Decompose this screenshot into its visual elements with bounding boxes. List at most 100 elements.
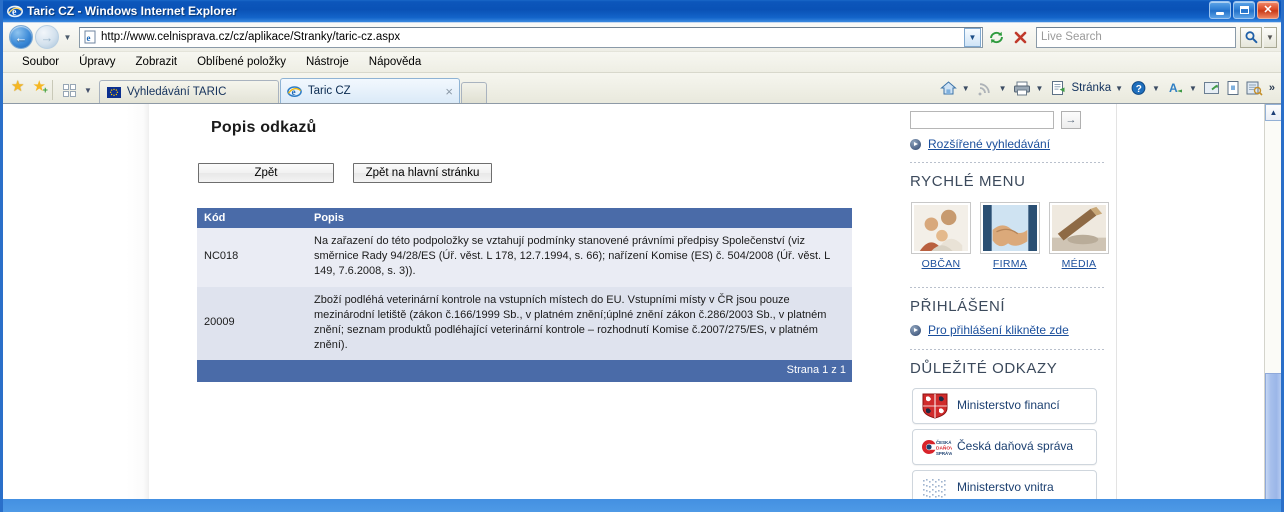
table-footer-row: Strana 1 z 1 xyxy=(197,360,852,383)
tab-list-chevron-down-icon[interactable]: ▼ xyxy=(81,80,95,100)
search-input[interactable] xyxy=(910,111,1054,129)
home-button[interactable]: ▼ xyxy=(938,78,975,98)
minimize-button[interactable] xyxy=(1209,1,1231,19)
maximize-button[interactable] xyxy=(1233,1,1255,19)
forward-button[interactable]: → xyxy=(35,25,59,49)
menu-item-oblibene-polozky[interactable]: Oblíbené položky xyxy=(188,54,295,70)
research-book-icon xyxy=(1244,78,1265,98)
search-chevron-down-icon[interactable]: ▼ xyxy=(1264,26,1277,48)
stop-icon[interactable] xyxy=(1009,26,1031,48)
browser-window: e Taric CZ - Windows Internet Explorer ✕… xyxy=(0,0,1284,512)
rss-feed-icon xyxy=(975,78,996,98)
address-chevron-down-icon[interactable]: ▼ xyxy=(964,27,981,47)
link-ceska-danova-sprava[interactable]: ČESKÁ DAŇOVÁ SPRÁVA Česká daňová správa xyxy=(912,429,1097,465)
link-ministerstvo-financi[interactable]: Ministerstvo financí xyxy=(912,388,1097,424)
cell-kod: 20009 xyxy=(197,286,307,361)
back-to-homepage-button[interactable]: Zpět na hlavní stránku xyxy=(353,163,492,183)
svg-text:e: e xyxy=(292,87,296,97)
print-chevron-down-icon[interactable]: ▼ xyxy=(1033,84,1049,93)
research-button[interactable] xyxy=(1244,78,1265,98)
login-link-row[interactable]: Pro přihlášení klikněte zde xyxy=(910,323,1117,337)
refresh-icon[interactable] xyxy=(985,26,1007,48)
page-chevron-down-icon[interactable]: ▼ xyxy=(1112,84,1128,93)
table-body: NC018 Na zařazení do této podpoložky se … xyxy=(197,228,852,383)
live-search-input[interactable]: Live Search xyxy=(1036,26,1236,48)
results-table-wrapper: Kód Popis NC018 Na zařazení do této podp… xyxy=(197,208,852,383)
svg-text:e: e xyxy=(86,33,90,43)
svg-text:SPRÁVA: SPRÁVA xyxy=(936,451,952,456)
ministerstvo-vnitra-logo-icon xyxy=(917,474,953,499)
help-button[interactable]: ? ▼ xyxy=(1128,78,1165,98)
add-favorite-star-icon[interactable]: ★ xyxy=(32,79,48,95)
link-ministerstvo-vnitra[interactable]: Ministerstvo vnitra xyxy=(912,470,1097,499)
print-button[interactable]: ▼ xyxy=(1012,78,1049,98)
ie-icon: e xyxy=(287,84,303,98)
svg-text:A: A xyxy=(1169,81,1178,95)
advanced-search-link[interactable]: Rozšířené vyhledávání xyxy=(928,137,1050,151)
search-icon[interactable] xyxy=(1240,26,1262,48)
table-header-row: Kód Popis xyxy=(197,208,852,228)
tools-button[interactable] xyxy=(1202,78,1223,98)
back-button[interactable]: ← xyxy=(9,25,33,49)
advanced-search-row[interactable]: Rozšířené vyhledávání xyxy=(910,137,1117,151)
search-submit-button[interactable]: → xyxy=(1061,111,1081,129)
scrollbar-thumb[interactable] xyxy=(1265,373,1281,499)
quick-menu-item-obcan[interactable]: OBČAN xyxy=(911,202,971,270)
quick-menu-item-media[interactable]: MÉDIA xyxy=(1049,202,1109,270)
home-chevron-down-icon[interactable]: ▼ xyxy=(959,84,975,93)
title-bar: e Taric CZ - Windows Internet Explorer ✕ xyxy=(3,0,1281,22)
read-mail-button[interactable] xyxy=(1223,78,1244,98)
menu-item-soubor[interactable]: Soubor xyxy=(13,54,68,70)
quick-menu-label: FIRMA xyxy=(992,258,1028,270)
page-menu-label: Stránka xyxy=(1071,82,1112,94)
sidebar-divider xyxy=(910,349,1106,350)
help-chevron-down-icon[interactable]: ▼ xyxy=(1149,84,1165,93)
quick-menu-item-firma[interactable]: FIRMA xyxy=(980,202,1040,270)
menu-label: Oblíbené položky xyxy=(197,56,286,68)
tab-close-icon[interactable]: × xyxy=(445,84,453,99)
pagination-status: Strana 1 z 1 xyxy=(197,360,852,383)
feeds-button[interactable]: ▼ xyxy=(975,78,1012,98)
page-title: Popis odkazů xyxy=(211,119,317,136)
tools-screen-icon xyxy=(1202,78,1223,98)
scrollbar-track[interactable] xyxy=(1265,121,1281,499)
new-tab-button[interactable] xyxy=(460,82,487,103)
document-icon xyxy=(1223,78,1244,98)
command-bar: ▼ ▼ ▼ Stránka ▼ ? ▼ A ▼ » xyxy=(938,74,1279,102)
bullet-arrow-icon xyxy=(910,324,921,336)
sidebar-search-row: → xyxy=(910,111,1117,129)
menu-item-nastroje[interactable]: Nástroje xyxy=(297,54,358,70)
safety-chevron-down-icon[interactable]: ▼ xyxy=(1186,84,1202,93)
tab-taric-cz[interactable]: e Taric CZ × xyxy=(279,78,460,103)
page-menu-button[interactable]: Stránka ▼ xyxy=(1048,78,1128,98)
address-bar[interactable]: e http://www.celnisprava.cz/cz/aplikace/… xyxy=(79,26,983,48)
recent-pages-chevron-down-icon[interactable]: ▼ xyxy=(61,27,74,47)
column-header-popis: Popis xyxy=(307,208,852,228)
vertical-scrollbar[interactable]: ▲ xyxy=(1264,104,1281,499)
login-link[interactable]: Pro přihlášení klikněte zde xyxy=(928,323,1069,337)
favorites-center-star-icon[interactable]: ★ xyxy=(11,79,24,94)
cell-kod: NC018 xyxy=(197,228,307,287)
tab-vyhledavani-taric[interactable]: Vyhledávání TARIC xyxy=(98,80,279,103)
toolbar-divider xyxy=(51,80,53,100)
main-column: Popis odkazů Zpět Zpět na hlavní stránku… xyxy=(173,104,878,383)
link-label: Ministerstvo vnitra xyxy=(957,480,1054,495)
safety-button[interactable]: A ▼ xyxy=(1165,78,1202,98)
eu-flag-icon xyxy=(106,85,122,99)
window-title: Taric CZ - Windows Internet Explorer xyxy=(27,4,237,18)
window-controls: ✕ xyxy=(1209,1,1279,19)
menu-item-upravy[interactable]: Úpravy xyxy=(70,54,124,70)
menu-label: Nápověda xyxy=(368,56,422,68)
scroll-up-arrow-icon[interactable]: ▲ xyxy=(1265,104,1281,121)
letter-a-icon: A xyxy=(1165,78,1186,98)
quick-tabs-grid-icon[interactable] xyxy=(59,80,81,100)
close-button[interactable]: ✕ xyxy=(1257,1,1279,19)
menu-item-napoveda[interactable]: Nápověda xyxy=(360,54,430,70)
table-row[interactable]: NC018 Na zařazení do této podpoložky se … xyxy=(197,228,852,287)
page-content: Popis odkazů Zpět Zpět na hlavní stránku… xyxy=(150,104,1264,499)
menu-item-zobrazit[interactable]: Zobrazit xyxy=(127,54,187,70)
quick-menu-label: MÉDIA xyxy=(1061,258,1097,270)
table-row[interactable]: 20009 Zboží podléhá veterinární kontrole… xyxy=(197,286,852,361)
back-button-page[interactable]: Zpět xyxy=(198,163,334,183)
command-bar-overflow-icon[interactable]: » xyxy=(1265,82,1279,94)
